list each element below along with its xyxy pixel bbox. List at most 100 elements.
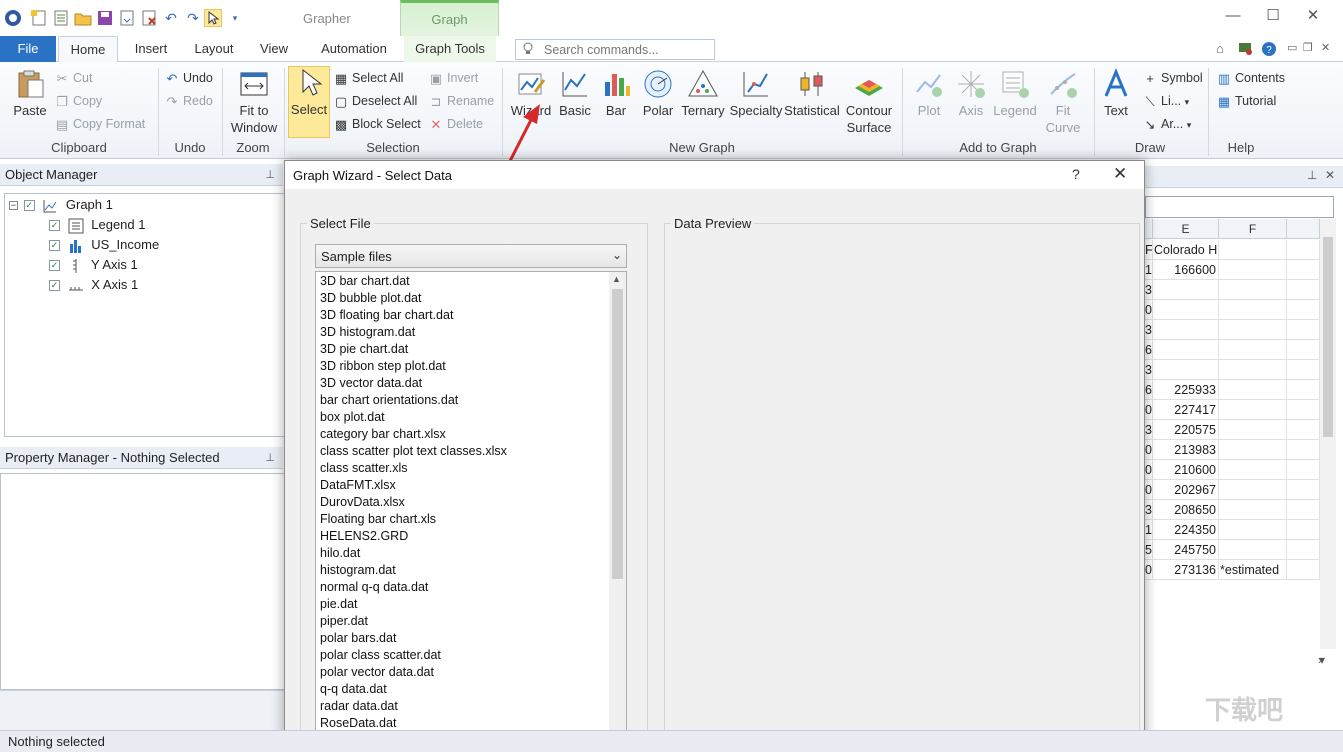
contents-button[interactable]: ▥ Contents [1216, 67, 1285, 89]
table-cell[interactable]: F [1145, 240, 1153, 260]
visibility-checkbox[interactable]: ✓ [49, 280, 60, 292]
scroll-up-icon[interactable]: ▲ [612, 274, 621, 284]
copy-button[interactable]: ❐ Copy [54, 90, 102, 112]
table-cell[interactable]: 0 [1145, 560, 1153, 580]
table-cell[interactable] [1219, 520, 1287, 540]
file-list-scrollbar[interactable]: ▲ ▼ [609, 272, 626, 752]
help-circle-icon[interactable]: ? [1261, 41, 1277, 60]
visibility-checkbox[interactable]: ✓ [49, 240, 60, 252]
block-select-button[interactable]: ▩ Block Select [333, 113, 421, 135]
table-cell[interactable]: 0 [1145, 300, 1153, 320]
file-list-item[interactable]: normal q-q data.dat [320, 579, 428, 596]
scrollbar-thumb[interactable] [612, 289, 623, 579]
tab-automation[interactable]: Automation [308, 36, 400, 62]
redo-quick-icon[interactable]: ↷ [184, 9, 202, 27]
table-cell[interactable] [1287, 520, 1320, 540]
redo-button[interactable]: ↷ Redo [164, 90, 213, 112]
table-cell[interactable] [1219, 480, 1287, 500]
ribbon-collapse-icon[interactable]: ⌂ [1216, 41, 1224, 56]
table-cell[interactable] [1287, 560, 1320, 580]
collapse-icon[interactable]: − [9, 201, 18, 211]
table-cell[interactable] [1287, 420, 1320, 440]
search-input[interactable]: Search commands... [544, 43, 659, 57]
new-worksheet-icon[interactable] [52, 9, 70, 27]
file-list-item[interactable]: class scatter plot text classes.xlsx [320, 443, 507, 460]
table-cell[interactable]: 0 [1145, 440, 1153, 460]
table-cell[interactable] [1219, 540, 1287, 560]
table-cell[interactable] [1219, 460, 1287, 480]
close-icon[interactable]: ✕ [1325, 168, 1335, 182]
undo-button[interactable]: ↶ Undo [164, 67, 213, 89]
table-cell[interactable]: 208650 [1153, 500, 1219, 520]
add-legend-button[interactable]: Legend [990, 68, 1040, 138]
table-cell[interactable]: 210600 [1153, 460, 1219, 480]
table-cell[interactable] [1219, 280, 1287, 300]
table-cell[interactable] [1287, 440, 1320, 460]
dialog-close-button[interactable]: ✕ [1113, 164, 1127, 184]
table-cell[interactable]: 166600 [1153, 260, 1219, 280]
ternary-graph-button[interactable]: Ternary [680, 68, 726, 138]
visibility-checkbox[interactable]: ✓ [49, 260, 60, 272]
table-cell[interactable] [1287, 500, 1320, 520]
table-cell[interactable]: 6 [1145, 380, 1153, 400]
table-cell[interactable] [1287, 340, 1320, 360]
file-source-dropdown[interactable]: Sample files ⌄ [315, 244, 627, 268]
table-cell[interactable]: 3 [1145, 280, 1153, 300]
open-icon[interactable] [74, 9, 92, 27]
table-cell[interactable]: *estimated [1219, 560, 1287, 580]
table-cell[interactable] [1287, 320, 1320, 340]
table-cell[interactable] [1287, 480, 1320, 500]
app-logo-icon[interactable] [4, 9, 22, 27]
table-cell[interactable] [1287, 360, 1320, 380]
file-list-item[interactable]: bar chart orientations.dat [320, 392, 458, 409]
table-cell[interactable] [1219, 400, 1287, 420]
table-cell[interactable] [1153, 320, 1219, 340]
file-list[interactable]: 3D bar chart.dat 3D bubble plot.dat 3D flo… [315, 271, 627, 752]
select-quick-icon[interactable] [204, 9, 222, 27]
paste-button[interactable]: Paste [8, 68, 52, 138]
feedback-icon[interactable] [1238, 41, 1252, 58]
column-header-d[interactable] [1145, 219, 1153, 239]
table-cell[interactable] [1287, 540, 1320, 560]
file-list-item[interactable]: 3D histogram.dat [320, 324, 415, 341]
doc-close-icon[interactable]: ✕ [1321, 41, 1330, 54]
table-cell[interactable]: 1 [1145, 520, 1153, 540]
column-header-e[interactable]: E [1153, 219, 1219, 239]
table-cell[interactable] [1153, 280, 1219, 300]
statistical-graph-button[interactable]: Statistical [784, 68, 840, 138]
cell-edit-box[interactable] [1145, 196, 1334, 218]
basic-graph-button[interactable]: Basic [556, 68, 594, 138]
table-cell[interactable]: 273136 [1153, 560, 1219, 580]
search-commands-box[interactable]: Search commands... [515, 39, 715, 60]
text-button[interactable]: Text [1098, 68, 1134, 138]
table-cell[interactable] [1219, 440, 1287, 460]
file-list-item[interactable]: histogram.dat [320, 562, 396, 579]
export-icon[interactable] [118, 9, 136, 27]
table-cell[interactable]: 0 [1145, 400, 1153, 420]
scroll-right-icon[interactable]: › [1318, 653, 1322, 667]
table-cell[interactable]: 213983 [1153, 440, 1219, 460]
tab-view[interactable]: View [252, 36, 296, 62]
table-cell[interactable]: Colorado H [1153, 240, 1219, 260]
tree-node-us-income[interactable]: ✓ US_Income [49, 235, 159, 255]
polar-graph-button[interactable]: Polar [638, 68, 678, 138]
table-cell[interactable]: 6 [1145, 340, 1153, 360]
fit-to-window-button[interactable]: Fit to Window [226, 68, 282, 138]
column-header-g[interactable] [1287, 219, 1320, 239]
file-list-item[interactable]: polar class scatter.dat [320, 647, 441, 664]
worksheet-vertical-scrollbar[interactable] [1320, 219, 1336, 649]
file-list-item[interactable]: Floating bar chart.xls [320, 511, 436, 528]
table-cell[interactable] [1153, 360, 1219, 380]
table-cell[interactable]: 5 [1145, 540, 1153, 560]
tab-insert[interactable]: Insert [124, 36, 178, 62]
table-cell[interactable] [1219, 340, 1287, 360]
undo-quick-icon[interactable]: ↶ [162, 9, 180, 27]
pin-icon[interactable]: ⊥ [1307, 168, 1317, 182]
save-icon[interactable] [96, 9, 114, 27]
tree-node-graph[interactable]: − ✓ Graph 1 [9, 195, 113, 215]
table-cell[interactable] [1219, 320, 1287, 340]
table-cell[interactable]: 1 [1145, 260, 1153, 280]
file-list-item[interactable]: 3D vector data.dat [320, 375, 422, 392]
file-list-item[interactable]: radar data.dat [320, 698, 398, 715]
table-cell[interactable] [1219, 360, 1287, 380]
